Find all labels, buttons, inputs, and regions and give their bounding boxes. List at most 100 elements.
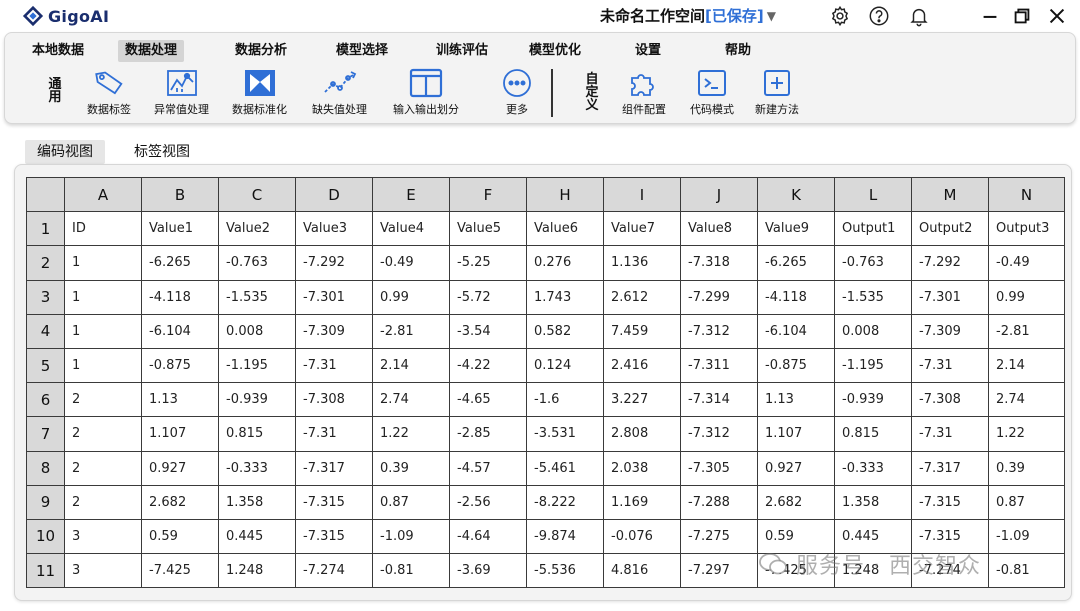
table-cell[interactable]: Value7	[603, 211, 681, 247]
table-cell[interactable]: -4.118	[141, 279, 219, 315]
table-cell[interactable]: -4.65	[449, 382, 527, 418]
row-header[interactable]: 5	[26, 347, 65, 384]
column-header[interactable]: D	[295, 176, 373, 213]
table-cell[interactable]: -0.81	[988, 553, 1065, 589]
table-cell[interactable]: -1.535	[834, 279, 912, 315]
table-cell[interactable]: -0.076	[603, 518, 681, 555]
table-cell[interactable]: -1.535	[218, 279, 296, 315]
row-header[interactable]: 3	[26, 279, 65, 315]
table-cell[interactable]: -3.69	[449, 553, 527, 589]
table-cell[interactable]: -7.292	[295, 245, 373, 281]
tool-data-label[interactable]: 数据标签	[87, 67, 131, 117]
table-cell[interactable]: 1.22	[988, 416, 1065, 452]
tool-more[interactable]: 更多	[499, 67, 535, 117]
table-cell[interactable]: 1.107	[141, 416, 219, 452]
tool-new-method[interactable]: 新建方法	[755, 67, 799, 117]
table-cell[interactable]: -7.311	[680, 347, 758, 384]
table-cell[interactable]: 0.927	[757, 450, 835, 486]
table-cell[interactable]: 4.816	[603, 553, 681, 589]
row-header[interactable]: 6	[26, 382, 65, 418]
tool-missing-values[interactable]: 缺失值处理	[312, 67, 367, 117]
table-cell[interactable]: -0.875	[757, 347, 835, 384]
table-cell[interactable]: -0.333	[834, 450, 912, 486]
row-header[interactable]: 7	[26, 416, 65, 452]
table-cell[interactable]: -1.09	[988, 518, 1065, 555]
table-cell[interactable]: ID	[64, 211, 142, 247]
table-cell[interactable]: -5.461	[526, 450, 604, 486]
table-cell[interactable]: -7.31	[911, 416, 989, 452]
table-cell[interactable]: -0.333	[218, 450, 296, 486]
table-cell[interactable]: 2.14	[988, 347, 1065, 384]
table-cell[interactable]: 0.445	[218, 518, 296, 555]
tool-outlier-handling[interactable]: 异常值处理	[154, 67, 209, 117]
help-icon[interactable]	[867, 4, 891, 28]
column-header[interactable]: K	[757, 176, 835, 213]
table-cell[interactable]: -7.317	[295, 450, 373, 486]
table-cell[interactable]: -6.104	[141, 313, 219, 349]
tool-data-normalization[interactable]: 数据标准化	[232, 67, 287, 117]
table-cell[interactable]: 0.815	[218, 416, 296, 452]
table-cell[interactable]: -7.425	[141, 553, 219, 589]
table-cell[interactable]: 2	[64, 484, 142, 520]
column-header[interactable]: L	[834, 176, 912, 213]
table-cell[interactable]: 0.59	[757, 518, 835, 555]
table-cell[interactable]: 0.008	[834, 313, 912, 349]
table-cell[interactable]: -7.31	[295, 416, 373, 452]
table-cell[interactable]: 1.248	[834, 553, 912, 589]
bell-icon[interactable]	[907, 4, 931, 28]
table-cell[interactable]: 0.99	[372, 279, 450, 315]
table-cell[interactable]: -7.31	[295, 347, 373, 384]
table-cell[interactable]: 1.358	[218, 484, 296, 520]
table-cell[interactable]: 0.99	[988, 279, 1065, 315]
menu-local-data[interactable]: 本地数据	[25, 40, 91, 62]
table-cell[interactable]: -7.318	[680, 245, 758, 281]
gear-icon[interactable]	[828, 4, 852, 28]
table-cell[interactable]: -1.195	[218, 347, 296, 384]
table-cell[interactable]: -4.64	[449, 518, 527, 555]
table-cell[interactable]: 0.87	[988, 484, 1065, 520]
column-header[interactable]: F	[449, 176, 527, 213]
table-cell[interactable]: -7.301	[911, 279, 989, 315]
table-cell[interactable]: -7.312	[680, 313, 758, 349]
table-cell[interactable]: 0.445	[834, 518, 912, 555]
table-cell[interactable]: -1.6	[526, 382, 604, 418]
menu-data-analysis[interactable]: 数据分析	[228, 40, 294, 62]
table-cell[interactable]: -0.49	[372, 245, 450, 281]
table-cell[interactable]: -7.274	[295, 553, 373, 589]
table-cell[interactable]: -7.297	[680, 553, 758, 589]
column-header[interactable]: I	[603, 176, 681, 213]
table-cell[interactable]: -7.292	[911, 245, 989, 281]
table-cell[interactable]: 1	[64, 245, 142, 281]
column-header[interactable]: E	[372, 176, 450, 213]
table-cell[interactable]: 2.74	[988, 382, 1065, 418]
menu-model-selection[interactable]: 模型选择	[329, 40, 395, 62]
table-cell[interactable]: -7.315	[295, 484, 373, 520]
table-cell[interactable]: -9.874	[526, 518, 604, 555]
column-header[interactable]: C	[218, 176, 296, 213]
table-cell[interactable]: -7.317	[911, 450, 989, 486]
table-cell[interactable]: -7.301	[295, 279, 373, 315]
row-header[interactable]: 11	[26, 553, 65, 589]
table-cell[interactable]: 2.14	[372, 347, 450, 384]
table-cell[interactable]: -7.308	[295, 382, 373, 418]
row-header[interactable]: 1	[26, 211, 65, 247]
table-cell[interactable]: -2.85	[449, 416, 527, 452]
column-header[interactable]: M	[911, 176, 989, 213]
table-cell[interactable]: 1	[64, 279, 142, 315]
table-cell[interactable]: -7.312	[680, 416, 758, 452]
table-cell[interactable]: -7.309	[911, 313, 989, 349]
table-cell[interactable]: 7.459	[603, 313, 681, 349]
table-cell[interactable]: -7.309	[295, 313, 373, 349]
row-header[interactable]: 10	[26, 518, 65, 555]
table-cell[interactable]: 2.74	[372, 382, 450, 418]
table-cell[interactable]: 1.107	[757, 416, 835, 452]
table-cell[interactable]: -0.875	[141, 347, 219, 384]
table-cell[interactable]: -4.118	[757, 279, 835, 315]
table-cell[interactable]: -7.288	[680, 484, 758, 520]
table-cell[interactable]: 2.038	[603, 450, 681, 486]
table-cell[interactable]: -7.275	[680, 518, 758, 555]
table-cell[interactable]: -7.315	[911, 484, 989, 520]
table-cell[interactable]: 3	[64, 553, 142, 589]
table-cell[interactable]: Value3	[295, 211, 373, 247]
table-cell[interactable]: -7.31	[911, 347, 989, 384]
